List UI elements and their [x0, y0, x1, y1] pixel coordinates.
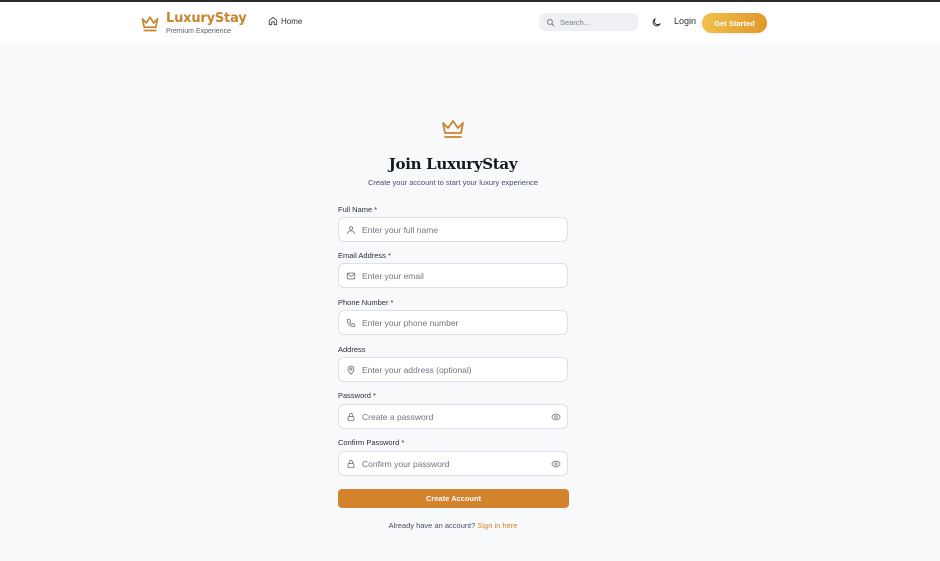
password-field[interactable]	[338, 404, 568, 429]
email-input[interactable]	[362, 270, 542, 281]
moon-icon[interactable]	[651, 17, 662, 28]
mail-icon	[346, 272, 356, 279]
signin-prompt-text: Already have an account?	[388, 521, 476, 530]
signin-link[interactable]: Sign in here	[477, 521, 517, 530]
lock-icon	[347, 459, 355, 468]
home-icon	[268, 16, 278, 26]
password-input[interactable]	[362, 411, 542, 422]
nav-home-label: Home	[281, 16, 303, 26]
signin-prompt: Already have an account? Sign in here	[0, 521, 906, 530]
get-started-button[interactable]: Get Started	[702, 13, 767, 33]
phone-field[interactable]	[338, 310, 568, 335]
password-label: Password *	[338, 391, 376, 400]
confirm-password-label: Confirm Password *	[338, 438, 405, 447]
page-subtitle: Create your account to start your luxury…	[367, 178, 539, 187]
crown-icon	[442, 120, 464, 138]
navbar: LuxuryStay Premium Experience Home Login…	[0, 2, 940, 43]
search-icon	[547, 18, 555, 26]
map-pin-icon	[347, 365, 355, 375]
phone-label: Phone Number *	[338, 298, 394, 307]
brand-name: LuxuryStay	[166, 11, 247, 26]
full-name-label: Full Name *	[338, 205, 378, 214]
email-label: Email Address *	[338, 251, 391, 260]
address-field[interactable]	[338, 357, 568, 382]
brand-tagline: Premium Experience	[166, 28, 231, 35]
search-input[interactable]	[560, 17, 630, 27]
brand-text: LuxuryStay Premium Experience	[166, 11, 247, 36]
brand-logo[interactable]: LuxuryStay Premium Experience	[140, 11, 247, 36]
login-link[interactable]: Login	[674, 16, 696, 26]
user-icon	[347, 225, 355, 234]
address-label: Address	[338, 345, 366, 354]
nav-home-link[interactable]: Home	[268, 16, 302, 26]
full-name-field[interactable]	[338, 217, 568, 242]
create-account-button[interactable]: Create Account	[338, 489, 569, 508]
address-input[interactable]	[362, 364, 542, 375]
phone-input[interactable]	[362, 317, 542, 328]
email-field[interactable]	[338, 263, 568, 288]
eye-icon[interactable]	[551, 412, 561, 422]
lock-icon	[347, 412, 355, 421]
confirm-password-field[interactable]	[338, 451, 568, 476]
confirm-password-input[interactable]	[362, 458, 542, 469]
full-name-input[interactable]	[362, 224, 542, 235]
crown-icon	[141, 16, 159, 32]
eye-icon[interactable]	[551, 459, 561, 469]
page-title: Join LuxuryStay	[388, 155, 518, 173]
phone-icon	[346, 318, 356, 327]
search-box[interactable]	[539, 13, 638, 31]
